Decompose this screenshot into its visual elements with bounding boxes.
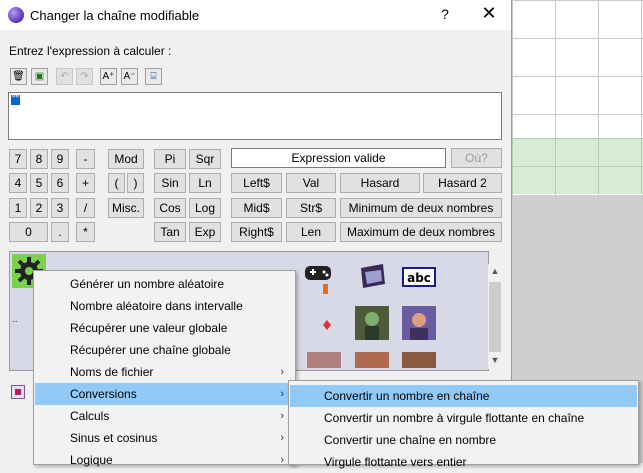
character-icon[interactable]: [355, 306, 389, 340]
font-larger-icon[interactable]: A⁺: [100, 68, 117, 85]
title-bar: Changer la chaîne modifiable ? ✕: [0, 0, 511, 30]
menu-item-string-to-num[interactable]: Convertir une chaîne en nombre: [290, 429, 637, 451]
object-type-icon[interactable]: [11, 385, 25, 399]
str-button[interactable]: Str$: [286, 198, 336, 218]
key-minus[interactable]: -: [76, 149, 95, 169]
menu-item-num-to-string[interactable]: Convertir un nombre en chaîne: [290, 385, 637, 407]
portrait-icon-3[interactable]: [402, 352, 436, 368]
key-8[interactable]: 8: [30, 149, 48, 169]
font-smaller-icon[interactable]: A⁻: [121, 68, 138, 85]
hasard2-button[interactable]: Hasard 2: [423, 173, 502, 193]
app-icon: [8, 7, 24, 23]
menu-item-global-string[interactable]: Récupérer une chaîne globale: [35, 339, 294, 361]
key-1[interactable]: 1: [9, 198, 27, 218]
context-menu: Générer un nombre aléatoire Nombre aléat…: [33, 270, 296, 467]
image-object-icon[interactable]: [355, 260, 389, 294]
sqr-button[interactable]: Sqr: [189, 149, 221, 169]
portrait-icon[interactable]: [402, 306, 436, 340]
val-button[interactable]: Val: [286, 173, 336, 193]
svg-text:abc: abc: [407, 271, 431, 285]
exp-button[interactable]: Exp: [189, 222, 221, 242]
key-4[interactable]: 4: [9, 173, 27, 193]
mod-button[interactable]: Mod: [108, 149, 144, 169]
status-field: Expression valide: [231, 148, 446, 168]
len-button[interactable]: Len: [286, 222, 336, 242]
insert-icon[interactable]: ▣: [31, 68, 48, 85]
text-object-icon[interactable]: abc: [402, 262, 436, 296]
portrait-icon-4[interactable]: [307, 352, 341, 368]
key-7[interactable]: 7: [9, 149, 27, 169]
mid-button[interactable]: Mid$: [231, 198, 282, 218]
scroll-thumb[interactable]: [489, 282, 501, 352]
paren-close-button[interactable]: ): [127, 173, 144, 193]
menu-item-random[interactable]: Générer un nombre aléatoire: [35, 273, 294, 295]
menu-item-filenames[interactable]: Noms de fichier ›: [35, 361, 294, 383]
menu-item-float-to-string[interactable]: Convertir un nombre à virgule flottante …: [290, 407, 637, 429]
help-button[interactable]: ?: [436, 6, 454, 22]
prompt-label: Entrez l'expression à calculer :: [9, 44, 172, 58]
right-button[interactable]: Right$: [231, 222, 282, 242]
menu-item-trig[interactable]: Sinus et cosinus ›: [35, 427, 294, 449]
chevron-right-icon: ›: [280, 432, 284, 444]
key-6[interactable]: 6: [51, 173, 69, 193]
left-button[interactable]: Left$: [231, 173, 282, 193]
menu-item-random-range[interactable]: Nombre aléatoire dans intervalle: [35, 295, 294, 317]
where-button[interactable]: Où?: [451, 148, 502, 168]
chevron-right-icon: ›: [280, 388, 284, 400]
cos-button[interactable]: Cos: [154, 198, 186, 218]
sin-button[interactable]: Sin: [154, 173, 186, 193]
menu-item-calculs[interactable]: Calculs ›: [35, 405, 294, 427]
paren-open-button[interactable]: (: [108, 173, 125, 193]
expression-value: "": [11, 94, 21, 105]
gamepad-icon[interactable]: [302, 262, 336, 296]
key-3[interactable]: 3: [51, 198, 69, 218]
chevron-right-icon: ›: [280, 454, 284, 466]
wrap-icon[interactable]: ⌸: [145, 68, 162, 85]
key-5[interactable]: 5: [30, 173, 48, 193]
ln-button[interactable]: Ln: [189, 173, 221, 193]
expression-input[interactable]: "": [8, 92, 502, 140]
tan-button[interactable]: Tan: [154, 222, 186, 242]
scroll-down-icon[interactable]: ▼: [488, 355, 502, 369]
menu-item-conversions[interactable]: Conversions ›: [35, 383, 294, 405]
conversions-submenu: Convertir un nombre en chaîne Convertir …: [288, 380, 639, 469]
scroll-up-icon[interactable]: ▲: [488, 266, 502, 280]
max-button[interactable]: Maximum de deux nombres: [340, 222, 502, 242]
editor-green-band: [512, 138, 643, 194]
chevron-right-icon: ›: [280, 366, 284, 378]
misc-button[interactable]: Misc.: [108, 198, 144, 218]
chevron-right-icon: ›: [280, 410, 284, 422]
undo-icon[interactable]: ↶: [56, 68, 73, 85]
window-title: Changer la chaîne modifiable: [30, 8, 200, 23]
key-dot[interactable]: .: [51, 222, 69, 242]
menu-item-logic[interactable]: Logique ›: [35, 449, 294, 471]
key-divide[interactable]: /: [76, 198, 95, 218]
hasard-button[interactable]: Hasard: [340, 173, 420, 193]
menu-item-global-value[interactable]: Récupérer une valeur globale: [35, 317, 294, 339]
key-multiply[interactable]: *: [76, 222, 95, 242]
min-button[interactable]: Minimum de deux nombres: [340, 198, 502, 218]
delete-icon[interactable]: 🗑: [10, 68, 27, 85]
key-9[interactable]: 9: [51, 149, 69, 169]
close-button[interactable]: ✕: [478, 3, 500, 24]
diamond-icon[interactable]: [310, 312, 344, 346]
menu-item-float-to-int[interactable]: Virgule flottante vers entier: [290, 451, 637, 473]
redo-icon[interactable]: ↷: [76, 68, 93, 85]
pi-button[interactable]: Pi: [154, 149, 186, 169]
log-button[interactable]: Log: [189, 198, 221, 218]
key-0[interactable]: 0: [9, 222, 48, 242]
key-2[interactable]: 2: [30, 198, 48, 218]
portrait-icon-2[interactable]: [355, 352, 389, 368]
key-plus[interactable]: +: [76, 173, 95, 193]
